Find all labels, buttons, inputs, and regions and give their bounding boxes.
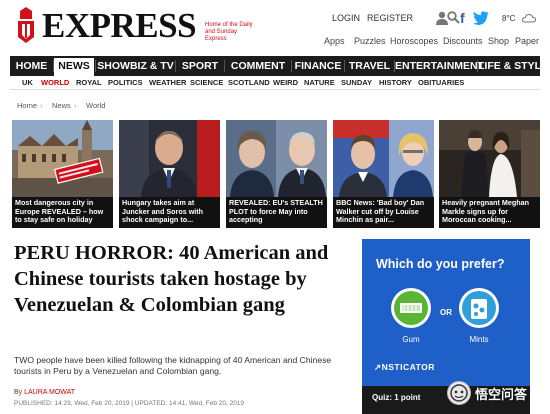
subnav-politics[interactable]: POLITICS <box>108 78 143 87</box>
gum-icon <box>394 291 428 325</box>
story-caption[interactable]: Most dangerous city in Europe REVEALED –… <box>12 197 113 228</box>
breadcrumb-world[interactable]: World <box>86 101 105 110</box>
breadcrumb-news[interactable]: News <box>52 101 71 110</box>
article-headline: PERU HORROR: 40 American and Chinese tou… <box>14 242 329 316</box>
subnav-weird[interactable]: WEIRD <box>273 78 298 87</box>
watermark-text: 悟空问答 <box>475 386 528 402</box>
nav-comment[interactable]: COMMENT <box>225 56 291 76</box>
subnav-royal[interactable]: ROYAL <box>76 78 102 87</box>
main-nav: HOME NEWS SHOWBIZ & TV SPORT COMMENT FIN… <box>10 56 548 76</box>
subnav-science[interactable]: SCIENCE <box>190 78 223 87</box>
subnav-obituaries[interactable]: OBITUARIES <box>418 78 464 87</box>
story-thumbnail <box>439 120 540 197</box>
option-gum-button[interactable] <box>391 288 431 328</box>
express-crest-icon[interactable] <box>14 7 38 45</box>
author-link[interactable]: LAURA MOWAT <box>24 389 75 396</box>
subnav-history[interactable]: HISTORY <box>379 78 412 87</box>
puzzles-link[interactable]: Puzzles <box>354 36 386 46</box>
apps-link[interactable]: Apps <box>324 36 345 46</box>
story-thumbnail <box>226 120 327 197</box>
option-gum-label[interactable]: Gum <box>391 335 431 344</box>
article-standfirst: TWO people have been killed following th… <box>14 355 332 376</box>
masthead: EXPRESS Home of the Daily and Sunday Exp… <box>0 0 550 52</box>
login-link[interactable]: LOGIN <box>332 13 360 23</box>
nav-life-style[interactable]: LIFE & STYLE <box>478 56 548 76</box>
poll-or-label: OR <box>440 308 452 317</box>
story-thumbnail <box>12 120 113 197</box>
breadcrumb-separator: › <box>40 101 43 110</box>
subnav-nature[interactable]: NATURE <box>304 78 335 87</box>
discounts-link[interactable]: Discounts <box>443 36 483 46</box>
article-dateline: PUBLISHED: 14:29, Wed, Feb 20, 2019 | UP… <box>14 400 245 407</box>
site-logo[interactable]: EXPRESS <box>42 6 197 46</box>
story-thumbnail <box>119 120 220 197</box>
nav-sport[interactable]: SPORT <box>176 56 224 76</box>
option-mints-label[interactable]: Mints <box>459 335 499 344</box>
weather-cloud-icon <box>522 13 536 23</box>
wukong-logo-icon <box>447 381 471 405</box>
facebook-icon[interactable]: f <box>460 10 465 26</box>
logo-subtitle: Home of the Daily and Sunday Express <box>205 22 253 42</box>
paper-link[interactable]: Paper <box>515 36 539 46</box>
register-link[interactable]: REGISTER <box>367 13 413 23</box>
story-card[interactable]: REVEALED: EU's STEALTH PLOT to force May… <box>226 120 327 228</box>
story-thumbnail <box>333 120 434 197</box>
nav-news[interactable]: NEWS <box>54 56 94 76</box>
story-card[interactable]: Heavily pregnant Meghan Markle signs up … <box>439 120 540 228</box>
option-mints-button[interactable] <box>459 288 499 328</box>
insticator-logo[interactable]: ↗NSTICATOR <box>374 362 435 373</box>
story-caption[interactable]: Hungary takes aim at Juncker and Soros w… <box>119 197 220 228</box>
nav-entertainment[interactable]: ENTERTAINMENT <box>395 56 484 76</box>
poll-points-label: Quiz: 1 point <box>372 393 421 402</box>
story-caption[interactable]: BBC News: 'Bad boy' Dan Walker cut off b… <box>333 197 434 228</box>
subnav-world[interactable]: WORLD <box>41 78 69 87</box>
breadcrumb-home[interactable]: Home <box>17 101 37 110</box>
poll-question: Which do you prefer? <box>376 257 505 271</box>
shop-link[interactable]: Shop <box>488 36 509 46</box>
byline-prefix: By <box>14 389 23 396</box>
story-caption[interactable]: Heavily pregnant Meghan Markle signs up … <box>439 197 540 228</box>
mints-icon <box>462 291 496 325</box>
nav-home[interactable]: HOME <box>10 56 53 76</box>
watermark: 悟空问答 <box>447 380 527 406</box>
subnav-weather[interactable]: WEATHER <box>149 78 186 87</box>
search-icon[interactable] <box>447 11 460 24</box>
twitter-icon[interactable] <box>473 11 489 25</box>
nav-travel[interactable]: TRAVEL <box>345 56 394 76</box>
breadcrumb-separator: › <box>74 101 77 110</box>
story-card[interactable]: Hungary takes aim at Juncker and Soros w… <box>119 120 220 228</box>
subnav-uk[interactable]: UK <box>22 78 33 87</box>
horoscopes-link[interactable]: Horoscopes <box>390 36 438 46</box>
story-caption[interactable]: REVEALED: EU's STEALTH PLOT to force May… <box>226 197 327 228</box>
nav-finance[interactable]: FINANCE <box>292 56 344 76</box>
subnav-scotland[interactable]: SCOTLAND <box>228 78 270 87</box>
nav-showbiz-tv[interactable]: SHOWBIZ & TV <box>96 56 175 76</box>
story-card[interactable]: BBC News: 'Bad boy' Dan Walker cut off b… <box>333 120 434 228</box>
subnav-sunday[interactable]: SUNDAY <box>341 78 372 87</box>
temperature-readout[interactable]: 8°C <box>502 14 515 23</box>
story-card[interactable]: Most dangerous city in Europe REVEALED –… <box>12 120 113 228</box>
article-byline: By LAURA MOWAT <box>14 389 75 396</box>
section-subnav: UK WORLD ROYAL POLITICS WEATHER SCIENCE … <box>10 76 540 90</box>
